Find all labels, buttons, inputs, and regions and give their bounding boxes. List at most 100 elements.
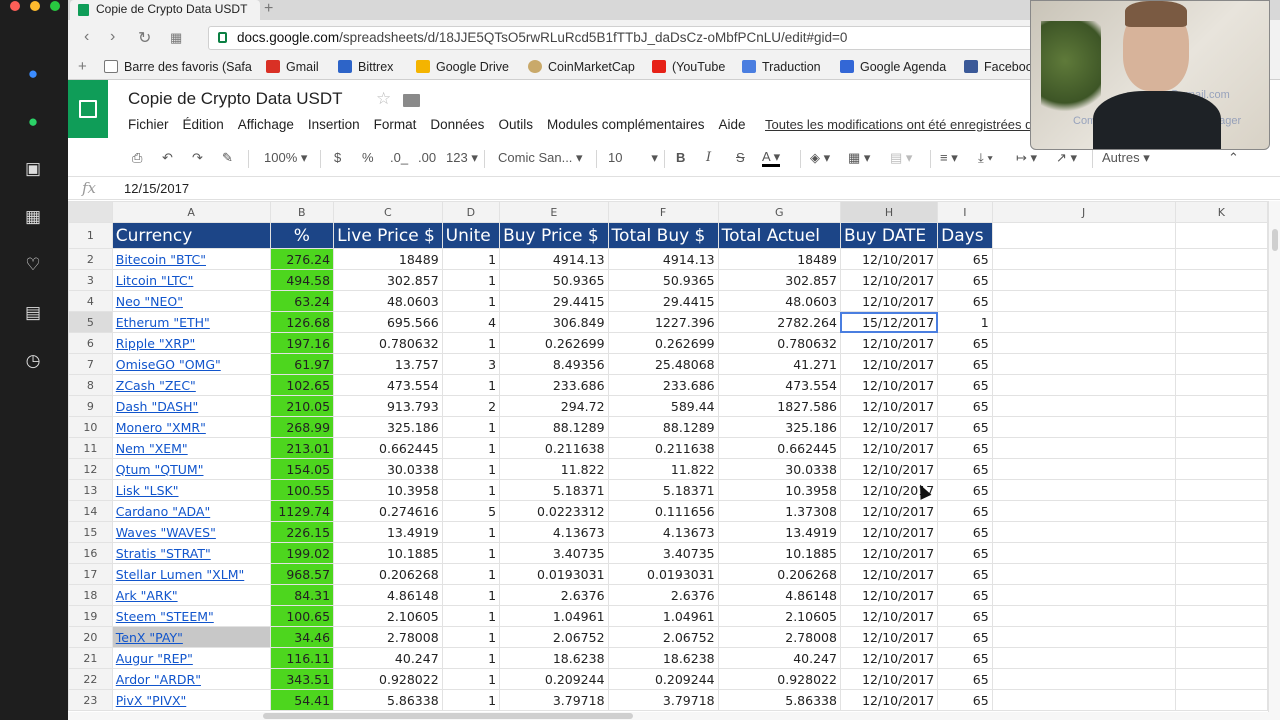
- row-number[interactable]: 1: [68, 222, 113, 249]
- cell-name[interactable]: Nem "XEM": [111, 437, 271, 459]
- cell-live-price[interactable]: 0.928022: [333, 668, 443, 690]
- zoom-select[interactable]: 100% ▾: [264, 150, 307, 166]
- column-header-c[interactable]: C: [333, 201, 443, 223]
- cell-total-buy[interactable]: 1227.396: [607, 311, 719, 333]
- cell-unite[interactable]: 1: [441, 626, 501, 648]
- empty-cell[interactable]: [991, 332, 1176, 354]
- cell-pct[interactable]: 100.55: [269, 479, 335, 501]
- add-bookmark-icon[interactable]: +: [78, 58, 87, 75]
- cell-pct[interactable]: 102.65: [269, 374, 335, 396]
- cell-live-price[interactable]: 48.0603: [333, 290, 443, 312]
- cell-buy-date[interactable]: 12/10/2017: [839, 689, 939, 711]
- cell-total-buy[interactable]: 5.18371: [607, 479, 719, 501]
- header-cell-currency[interactable]: Currency: [111, 222, 271, 249]
- cell-pct[interactable]: 494.58: [269, 269, 335, 291]
- menu-aide[interactable]: Aide: [719, 117, 746, 132]
- cell-pct[interactable]: 154.05: [269, 458, 335, 480]
- row-number[interactable]: 14: [68, 500, 113, 522]
- empty-cell[interactable]: [991, 248, 1176, 270]
- cell-buy-date[interactable]: 12/10/2017: [839, 626, 939, 648]
- cell-total-actuel[interactable]: 13.4919: [717, 521, 841, 543]
- cell-total-buy[interactable]: 233.686: [607, 374, 719, 396]
- empty-cell[interactable]: [991, 437, 1176, 459]
- empty-cell[interactable]: [1174, 689, 1268, 711]
- cell-total-actuel[interactable]: 2782.264: [717, 311, 841, 333]
- cell-total-buy[interactable]: 0.262699: [607, 332, 719, 354]
- cell-name[interactable]: Stratis "STRAT": [111, 542, 271, 564]
- cell-unite[interactable]: 1: [441, 689, 501, 711]
- row-number[interactable]: 21: [68, 647, 113, 669]
- row-number[interactable]: 22: [68, 668, 113, 690]
- cell-days[interactable]: 65: [937, 584, 993, 606]
- row-number[interactable]: 7: [68, 353, 113, 375]
- cell-live-price[interactable]: 5.86338: [333, 689, 443, 711]
- row-number[interactable]: 23: [68, 689, 113, 711]
- new-tab-icon[interactable]: +: [264, 0, 273, 18]
- cell-total-actuel[interactable]: 0.780632: [717, 332, 841, 354]
- cell-live-price[interactable]: 13.4919: [333, 521, 443, 543]
- cell-buy-price[interactable]: 5.18371: [499, 479, 609, 501]
- cell-pct[interactable]: 226.15: [269, 521, 335, 543]
- cell-name[interactable]: Ripple "XRP": [111, 332, 271, 354]
- cell-buy-price[interactable]: 29.4415: [499, 290, 609, 312]
- cell-pct[interactable]: 61.97: [269, 353, 335, 375]
- cell-days[interactable]: 65: [937, 605, 993, 627]
- column-header-a[interactable]: A: [111, 201, 271, 223]
- empty-cell[interactable]: [991, 500, 1176, 522]
- cell-buy-date[interactable]: 12/10/2017: [839, 521, 939, 543]
- empty-cell[interactable]: [1174, 311, 1268, 333]
- empty-cell[interactable]: [1174, 458, 1268, 480]
- cell-live-price[interactable]: 302.857: [333, 269, 443, 291]
- more-button[interactable]: Autres ▾: [1102, 150, 1150, 166]
- cell-buy-date[interactable]: 12/10/2017: [839, 395, 939, 417]
- news-icon[interactable]: ▤: [22, 302, 44, 324]
- menu-insertion[interactable]: Insertion: [308, 117, 360, 132]
- empty-cell[interactable]: [991, 311, 1176, 333]
- cell-pct[interactable]: 276.24: [269, 248, 335, 270]
- cell-buy-price[interactable]: 0.0223312: [499, 500, 609, 522]
- apps-icon[interactable]: ▦: [22, 206, 44, 228]
- document-title[interactable]: Copie de Crypto Data USDT: [128, 89, 342, 109]
- close-window-button[interactable]: [10, 1, 20, 11]
- cell-total-buy[interactable]: 3.79718: [607, 689, 719, 711]
- cell-live-price[interactable]: 0.662445: [333, 437, 443, 459]
- cell-buy-price[interactable]: 0.262699: [499, 332, 609, 354]
- cell-total-actuel[interactable]: 30.0338: [717, 458, 841, 480]
- empty-cell[interactable]: [991, 353, 1176, 375]
- row-number[interactable]: 16: [68, 542, 113, 564]
- empty-cell[interactable]: [1174, 668, 1268, 690]
- cell-name[interactable]: Ark "ARK": [111, 584, 271, 606]
- cell-name[interactable]: ZCash "ZEC": [111, 374, 271, 396]
- header-cell-buy-date[interactable]: Buy DATE: [839, 222, 939, 249]
- bookmark-youtube[interactable]: (YouTube: [652, 60, 725, 74]
- cell-unite[interactable]: 1: [441, 269, 501, 291]
- cell-buy-price[interactable]: 50.9365: [499, 269, 609, 291]
- cell-pct[interactable]: 100.65: [269, 605, 335, 627]
- horizontal-scrollbar[interactable]: [68, 712, 1280, 720]
- cell-buy-price[interactable]: 2.06752: [499, 626, 609, 648]
- vertical-scrollbar[interactable]: [1268, 201, 1280, 720]
- percent-format-button[interactable]: %: [362, 150, 374, 165]
- cell-total-actuel[interactable]: 2.10605: [717, 605, 841, 627]
- cell-buy-price[interactable]: 18.6238: [499, 647, 609, 669]
- cell-days[interactable]: 65: [937, 689, 993, 711]
- cell-total-actuel[interactable]: 40.247: [717, 647, 841, 669]
- header-cell-live-price[interactable]: Live Price $: [333, 222, 443, 249]
- cell-total-actuel[interactable]: 41.271: [717, 353, 841, 375]
- empty-cell[interactable]: [1174, 563, 1268, 585]
- cell-days[interactable]: 65: [937, 458, 993, 480]
- menu-edition[interactable]: Édition: [183, 117, 224, 132]
- empty-cell[interactable]: [991, 521, 1176, 543]
- menu-modules[interactable]: Modules complémentaires: [547, 117, 705, 132]
- row-number[interactable]: 12: [68, 458, 113, 480]
- cell-buy-price[interactable]: 0.0193031: [499, 563, 609, 585]
- cell-name[interactable]: Augur "REP": [111, 647, 271, 669]
- menu-fichier[interactable]: Fichier: [128, 117, 169, 132]
- empty-cell[interactable]: [991, 374, 1176, 396]
- cell-buy-date[interactable]: 12/10/2017: [839, 563, 939, 585]
- column-header-g[interactable]: G: [717, 201, 841, 223]
- header-cell-days[interactable]: Days: [937, 222, 993, 249]
- cell-live-price[interactable]: 10.3958: [333, 479, 443, 501]
- cell-pct[interactable]: 1129.74: [269, 500, 335, 522]
- cell-live-price[interactable]: 2.10605: [333, 605, 443, 627]
